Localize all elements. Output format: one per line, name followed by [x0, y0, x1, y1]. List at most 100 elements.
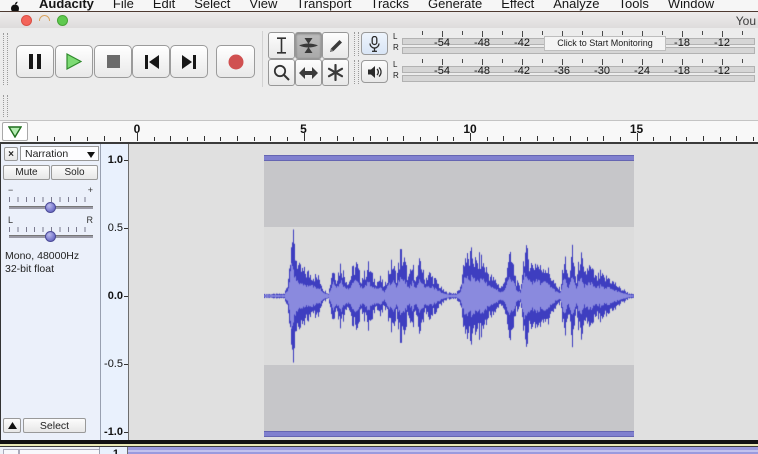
meter-scale-label: -42 — [514, 37, 530, 49]
meter-scale-label: -24 — [634, 65, 650, 77]
recording-meter[interactable]: L R -54-48-42-36-30-24-18-12 Click to St… — [352, 30, 758, 58]
meter-scale-label: -18 — [674, 65, 690, 77]
stop-icon — [107, 55, 120, 68]
timeline-tick — [287, 137, 288, 141]
record-right-channel-label: R — [393, 44, 401, 52]
pause-button[interactable] — [16, 45, 54, 78]
menu-item-generate[interactable]: Generate — [428, 0, 482, 11]
playback-meter-speaker-button[interactable] — [361, 60, 388, 83]
timeline-tick — [387, 137, 388, 141]
meter-scale-tick — [622, 31, 623, 35]
vertical-ruler-tick — [124, 364, 128, 365]
menu-item-edit[interactable]: Edit — [153, 0, 175, 11]
timeline-label: 15 — [630, 122, 643, 136]
track-2-clip-strip[interactable] — [128, 447, 758, 454]
menu-item-file[interactable]: File — [113, 0, 134, 11]
draw-tool-button[interactable] — [322, 32, 349, 59]
track-close-button[interactable]: × — [4, 147, 18, 161]
meter-scale-label: -18 — [674, 37, 690, 49]
timeline-tick — [87, 137, 88, 141]
play-icon — [66, 53, 82, 70]
recording-meter-mic-button[interactable] — [361, 32, 388, 55]
menu-item-transport[interactable]: Transport — [296, 0, 351, 11]
mute-button[interactable]: Mute — [3, 165, 50, 180]
timeline-tick — [703, 136, 704, 141]
track-waveform-area[interactable] — [129, 144, 758, 440]
timeline-ruler[interactable]: 051015 — [0, 120, 758, 142]
timeline-tick — [170, 136, 171, 141]
close-window-button[interactable] — [21, 15, 32, 26]
meter-scale-label: -36 — [554, 65, 570, 77]
envelope-tool-button[interactable] — [295, 32, 322, 59]
pinned-play-triangle-icon — [8, 126, 22, 138]
stop-button[interactable] — [94, 45, 132, 78]
device-toolbar-grip[interactable] — [3, 95, 8, 117]
audio-clip[interactable] — [264, 155, 634, 437]
timeline-tick — [104, 136, 105, 141]
menu-item-effect[interactable]: Effect — [501, 0, 534, 11]
menu-item-audacity[interactable]: Audacity — [39, 0, 94, 11]
play-button[interactable] — [55, 45, 93, 78]
menu-item-tools[interactable]: Tools — [619, 0, 649, 11]
magnifier-icon — [273, 64, 290, 81]
zoom-window-button[interactable] — [57, 15, 68, 26]
menu-item-tracks[interactable]: Tracks — [371, 0, 410, 11]
time-shift-tool-button[interactable] — [295, 59, 322, 86]
apple-menu-icon[interactable] — [10, 1, 20, 12]
playback-meter[interactable]: L R -54-48-42-36-30-24-18-12 — [352, 58, 758, 86]
skip-to-end-button[interactable] — [170, 45, 208, 78]
multi-tool-button[interactable] — [322, 59, 349, 86]
track-name-label: Narration — [25, 148, 68, 160]
skip-to-start-button[interactable] — [132, 45, 170, 78]
solo-button[interactable]: Solo — [51, 165, 98, 180]
vertical-ruler-tick — [124, 432, 128, 433]
collapse-track-button[interactable] — [3, 418, 21, 433]
gain-min-label: − — [8, 185, 13, 195]
track-2-name-menu[interactable] — [19, 449, 100, 454]
minimize-window-button[interactable] — [39, 15, 50, 26]
track-narration: × Narration Mute Solo − + L R Mono, 4800… — [0, 144, 758, 440]
menu-item-view[interactable]: View — [249, 0, 277, 11]
playback-meter-grip[interactable] — [354, 60, 359, 84]
selection-tool-button[interactable] — [268, 32, 295, 59]
timeline-tick — [487, 137, 488, 141]
gain-slider-thumb[interactable] — [45, 202, 56, 213]
meter-scale-tick — [542, 31, 543, 35]
timeline-tick — [254, 137, 255, 141]
record-icon — [228, 54, 244, 70]
vertical-scale-ruler[interactable]: 1.00.50.0-0.5-1.0 — [101, 144, 129, 440]
recording-meter-grip[interactable] — [354, 32, 359, 56]
timeline-tick — [553, 137, 554, 141]
timeline-tick — [736, 136, 737, 141]
track-2-partial[interactable]: 1 — [0, 446, 758, 454]
waveform[interactable] — [264, 155, 634, 437]
speaker-icon — [367, 65, 382, 79]
menu-item-select[interactable]: Select — [194, 0, 230, 11]
pan-slider-thumb[interactable] — [45, 231, 56, 242]
window-title-bar[interactable]: You — [0, 12, 758, 29]
start-monitoring-button[interactable]: Click to Start Monitoring — [544, 36, 666, 51]
track-name-menu[interactable]: Narration — [20, 146, 99, 161]
meter-scale-label: -12 — [714, 65, 730, 77]
timeline-tick — [220, 137, 221, 141]
track-select-button[interactable]: Select — [23, 418, 86, 433]
meter-scale-tick — [502, 31, 503, 35]
track-2-close-button[interactable] — [3, 449, 19, 454]
meter-scale-label: -48 — [474, 65, 490, 77]
window-title: You — [736, 14, 756, 28]
timeline-tick — [337, 136, 338, 141]
track-2-control-panel — [0, 447, 100, 454]
pinned-play-head-button[interactable] — [2, 122, 28, 141]
zoom-tool-button[interactable] — [268, 59, 295, 86]
meter-scale-tick — [702, 59, 703, 63]
record-button[interactable] — [216, 45, 255, 78]
vertical-ruler-label: 1.0 — [108, 154, 123, 166]
playback-left-channel-label: L — [393, 61, 401, 69]
transport-toolbar-grip[interactable] — [3, 33, 8, 85]
menu-item-window[interactable]: Window — [668, 0, 714, 11]
playback-right-channel-label: R — [393, 72, 401, 80]
timeline-tick — [753, 137, 754, 141]
menu-item-analyze[interactable]: Analyze — [553, 0, 599, 11]
timeline-tick — [120, 137, 121, 141]
meter-scale-tick — [542, 59, 543, 63]
